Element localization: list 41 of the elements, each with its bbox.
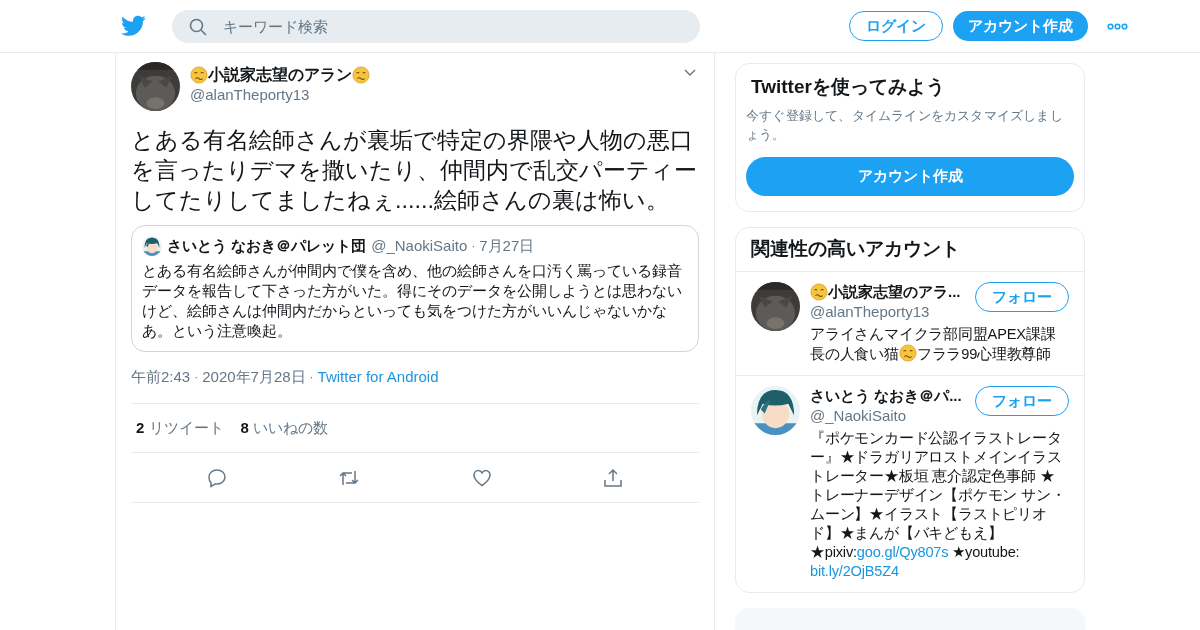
tweet-text: とある有名絵師さんが裏垢で特定の界隈や人物の悪口を言ったりデマを撒いたり、仲間内で乱交パーティーしてたりしてましたねぇ......絵師さんの裏は怖い。 <box>131 126 698 215</box>
account-handle: @alanTheporty13 <box>810 302 931 322</box>
share-icon[interactable] <box>603 467 624 488</box>
separator-dot: · <box>194 368 199 386</box>
timestamp: 午前2:43 <box>131 366 191 387</box>
author-name[interactable]: 小説家志望のアラン <box>190 65 370 85</box>
timestamp: 2020年7月28日 <box>202 366 306 387</box>
more-icon[interactable] <box>1107 22 1128 30</box>
author-handle[interactable]: @alanTheporty13 <box>190 85 370 105</box>
separator-dot: · <box>471 238 476 256</box>
chevron-down-icon[interactable] <box>684 69 696 77</box>
quoted-date: 7月27日 <box>479 236 535 256</box>
bird-logo-icon[interactable] <box>121 15 146 37</box>
search-field[interactable]: キーワード検索 <box>172 9 700 43</box>
bio-link[interactable]: goo.gl/Qy807s <box>856 544 949 560</box>
stat-link[interactable]: 8 いいねの数 <box>240 416 329 440</box>
quoted-author-handle: @_NaokiSaito <box>371 236 468 256</box>
card-title: 関連性の高いアカウント <box>736 228 1084 272</box>
account-bio: アライさんマイクラ部同盟APEX課課長の人食い猫 フララ99心理教尊師 <box>810 325 1057 364</box>
card-title: Twitterを使ってみよう <box>750 75 946 99</box>
woozy-emoji-icon <box>352 66 370 84</box>
stat-link[interactable]: 2 リツイート <box>136 416 224 440</box>
woozy-emoji-icon <box>810 283 828 301</box>
quoted-tweet[interactable]: さいとう なおき＠パレット団 @_NaokiSaito · 7月27日 とある有名絵師さんが仲間内で僕を含め、他の絵師さんを口汚く罵っている録音データを報告して下さった方がいた。得にそのデータを公開しようとは思わないけど、絵師さんは仲間内だからといっても気をつけた方がいいんじゃないかなあ。という注意喚起。 <box>131 225 699 352</box>
account-name[interactable]: さいとう なおき＠パ... <box>810 386 969 406</box>
woozy-emoji-icon <box>898 344 917 362</box>
signup-button[interactable]: アカウント作成 <box>953 11 1088 41</box>
account-handle: @_NaokiSaito <box>810 406 908 426</box>
separator-dot: · <box>309 368 314 386</box>
heart-icon[interactable] <box>471 467 492 488</box>
quoted-text: とある有名絵師さんが仲間内で僕を含め、他の絵師さんを口汚く罵っている録音データを報告して下さった方がいた。得にそのデータを公開しようとは思わないけど、絵師さんは仲間内だからといっても気をつけた方がいいんじゃないかなあ。という注意喚起。 <box>142 260 683 341</box>
source-link[interactable]: Twitter for Android <box>317 365 439 388</box>
account-bio: 『ポケモンカード公認イラストレーター』★ドラガリアロストメインイラストレーター★板垣 恵介認定色事師 ★トレーナーデザイン【ポケモン サン・ムーン】★イラスト【ラストピリオド】★まんが【バキどもえ】★pixiv:goo.gl/Qy807s ★youtube: bit.ly/2OjB5Z4 <box>810 429 1067 581</box>
account-name[interactable]: 小説家志望のアラ... <box>810 282 969 302</box>
reply-icon[interactable] <box>206 467 227 488</box>
bio-link[interactable]: bit.ly/2OjB5Z4 <box>810 563 899 579</box>
quoted-author-name: さいとう なおき＠パレット団 <box>167 236 367 256</box>
signup-button[interactable]: アカウント作成 <box>746 157 1074 196</box>
card-text: 今すぐ登録して、タイムラインをカスタマイズしましょう。 <box>746 107 1064 144</box>
woozy-emoji-icon <box>190 66 208 84</box>
search-icon <box>189 17 207 36</box>
